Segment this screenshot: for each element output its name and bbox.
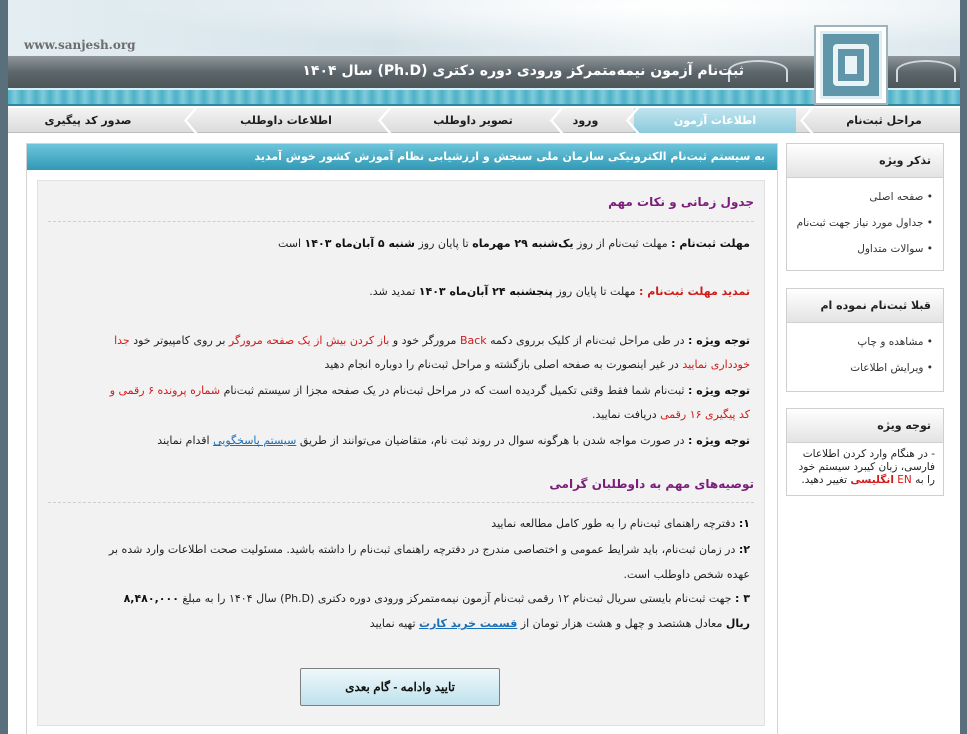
- note1-line1: توجه ویژه : در طی مراحل ثبت‌نام از کلیک …: [114, 334, 750, 347]
- note1-line2: خودداری نمایید در غیر اینصورت به صفحه اص…: [324, 358, 751, 371]
- sidebar-item-home[interactable]: صفحه اصلی: [791, 184, 933, 210]
- keyboard-language-note: - در هنگام وارد کردن اطلاعات فارسی، زبان…: [798, 448, 935, 486]
- sidebar-item-faq[interactable]: سوالات متداول: [791, 236, 933, 262]
- deadline-label: مهلت ثبت‌نام :: [671, 237, 750, 250]
- rec1-line: ۱: دفترچه راهنمای ثبت‌نام را به طور کامل…: [491, 517, 750, 530]
- special-notice-list: صفحه اصلی جداول مورد نیاز جهت ثبت‌نام سو…: [787, 178, 943, 268]
- already-registered-title: قبلا ثبت‌نام نموده ام: [787, 289, 943, 323]
- nav-item-applicant-photo[interactable]: تصویر داوطلب: [398, 108, 548, 133]
- rec3-line1: ۳ : جهت ثبت‌نام بایستی سریال ثبت‌نام ۱۲ …: [123, 592, 750, 605]
- special-notice-box: تذکر ویژه صفحه اصلی جداول مورد نیاز جهت …: [786, 143, 944, 271]
- recommendations-title: توصیه‌های مهم به داوطلبان گرامی: [549, 477, 754, 491]
- rec2-line2: عهده شخص داوطلب است.: [623, 568, 751, 581]
- nav-item-exam-info[interactable]: اطلاعات آزمون: [634, 108, 796, 133]
- deadline-line: مهلت ثبت‌نام : مهلت ثبت‌نام از روز یک‌شن…: [277, 237, 750, 250]
- special-notice-title: تذکر ویژه: [787, 144, 943, 178]
- note2-line1: توجه ویژه : ثبت‌نام شما فقط وقتی تکمیل گ…: [109, 384, 750, 397]
- attention-title: توجه ویژه: [787, 409, 943, 443]
- already-registered-box: قبلا ثبت‌نام نموده ام مشاهده و چاپ ویرای…: [786, 288, 944, 392]
- site-url[interactable]: www.sanjesh.org: [24, 38, 136, 52]
- divider: [48, 502, 754, 503]
- sidebar-item-edit-info[interactable]: ویرایش اطلاعات: [791, 355, 933, 381]
- main-content: به سیستم ثبت‌نام الکترونیکی سازمان ملی س…: [26, 143, 778, 734]
- already-registered-list: مشاهده و چاپ ویرایش اطلاعات: [787, 323, 943, 387]
- nav-item-registration-steps[interactable]: مراحل ثبت‌نام: [808, 108, 960, 133]
- sidebar-item-view-print[interactable]: مشاهده و چاپ: [791, 329, 933, 355]
- support-system-link[interactable]: سیستم پاسخگویی: [213, 434, 296, 447]
- extension-label: تمدید مهلت ثبت‌نام :: [638, 285, 750, 298]
- extension-line: تمدید مهلت ثبت‌نام : مهلت تا پایان روز پ…: [369, 285, 750, 298]
- page-title: ثبت‌نام آزمون نیمه‌متمرکز ورودی دوره دکت…: [302, 63, 744, 79]
- welcome-banner: به سیستم ثبت‌نام الکترونیکی سازمان ملی س…: [27, 144, 777, 170]
- sanjesh-logo-icon: [814, 25, 888, 105]
- continue-next-step-button[interactable]: تایید وادامه - گام بعدی: [300, 668, 500, 706]
- ornament-right-icon: [896, 60, 956, 82]
- nav-item-tracking-code[interactable]: صدور کد پیگیری: [8, 108, 168, 133]
- site-header: www.sanjesh.org ثبت‌نام آزمون نیمه‌متمرک…: [8, 0, 960, 106]
- rec2-line1: ۲: در زمان ثبت‌نام، باید شرایط عمومی و ا…: [108, 543, 750, 556]
- nav-separator-icon: [174, 108, 194, 133]
- nav-separator-icon: [368, 108, 388, 133]
- note3-line: توجه ویژه : در صورت مواجه شدن با هرگونه …: [157, 434, 750, 447]
- buy-card-link[interactable]: قسمت خرید کارت: [419, 617, 517, 630]
- steps-nav: مراحل ثبت‌نام اطلاعات آزمون ورود تصویر د…: [8, 108, 960, 133]
- attention-box: توجه ویژه - در هنگام وارد کردن اطلاعات ف…: [786, 408, 944, 496]
- page: www.sanjesh.org ثبت‌نام آزمون نیمه‌متمرک…: [8, 0, 960, 734]
- nav-item-applicant-info[interactable]: اطلاعات داوطلب: [206, 108, 366, 133]
- note2-line2: کد پیگیری ۱۶ رقمی دریافت نمایید.: [591, 408, 750, 421]
- info-panel: جدول زمانی و نکات مهم مهلت ثبت‌نام : مهل…: [37, 180, 765, 726]
- schedule-title: جدول زمانی و نکات مهم: [608, 195, 754, 209]
- rec3-line2: ریال معادل هشتصد و چهل و هشت هزار تومان …: [369, 617, 750, 630]
- divider: [48, 221, 754, 222]
- sidebar-item-required-tables[interactable]: جداول مورد نیاز جهت ثبت‌نام: [791, 210, 933, 236]
